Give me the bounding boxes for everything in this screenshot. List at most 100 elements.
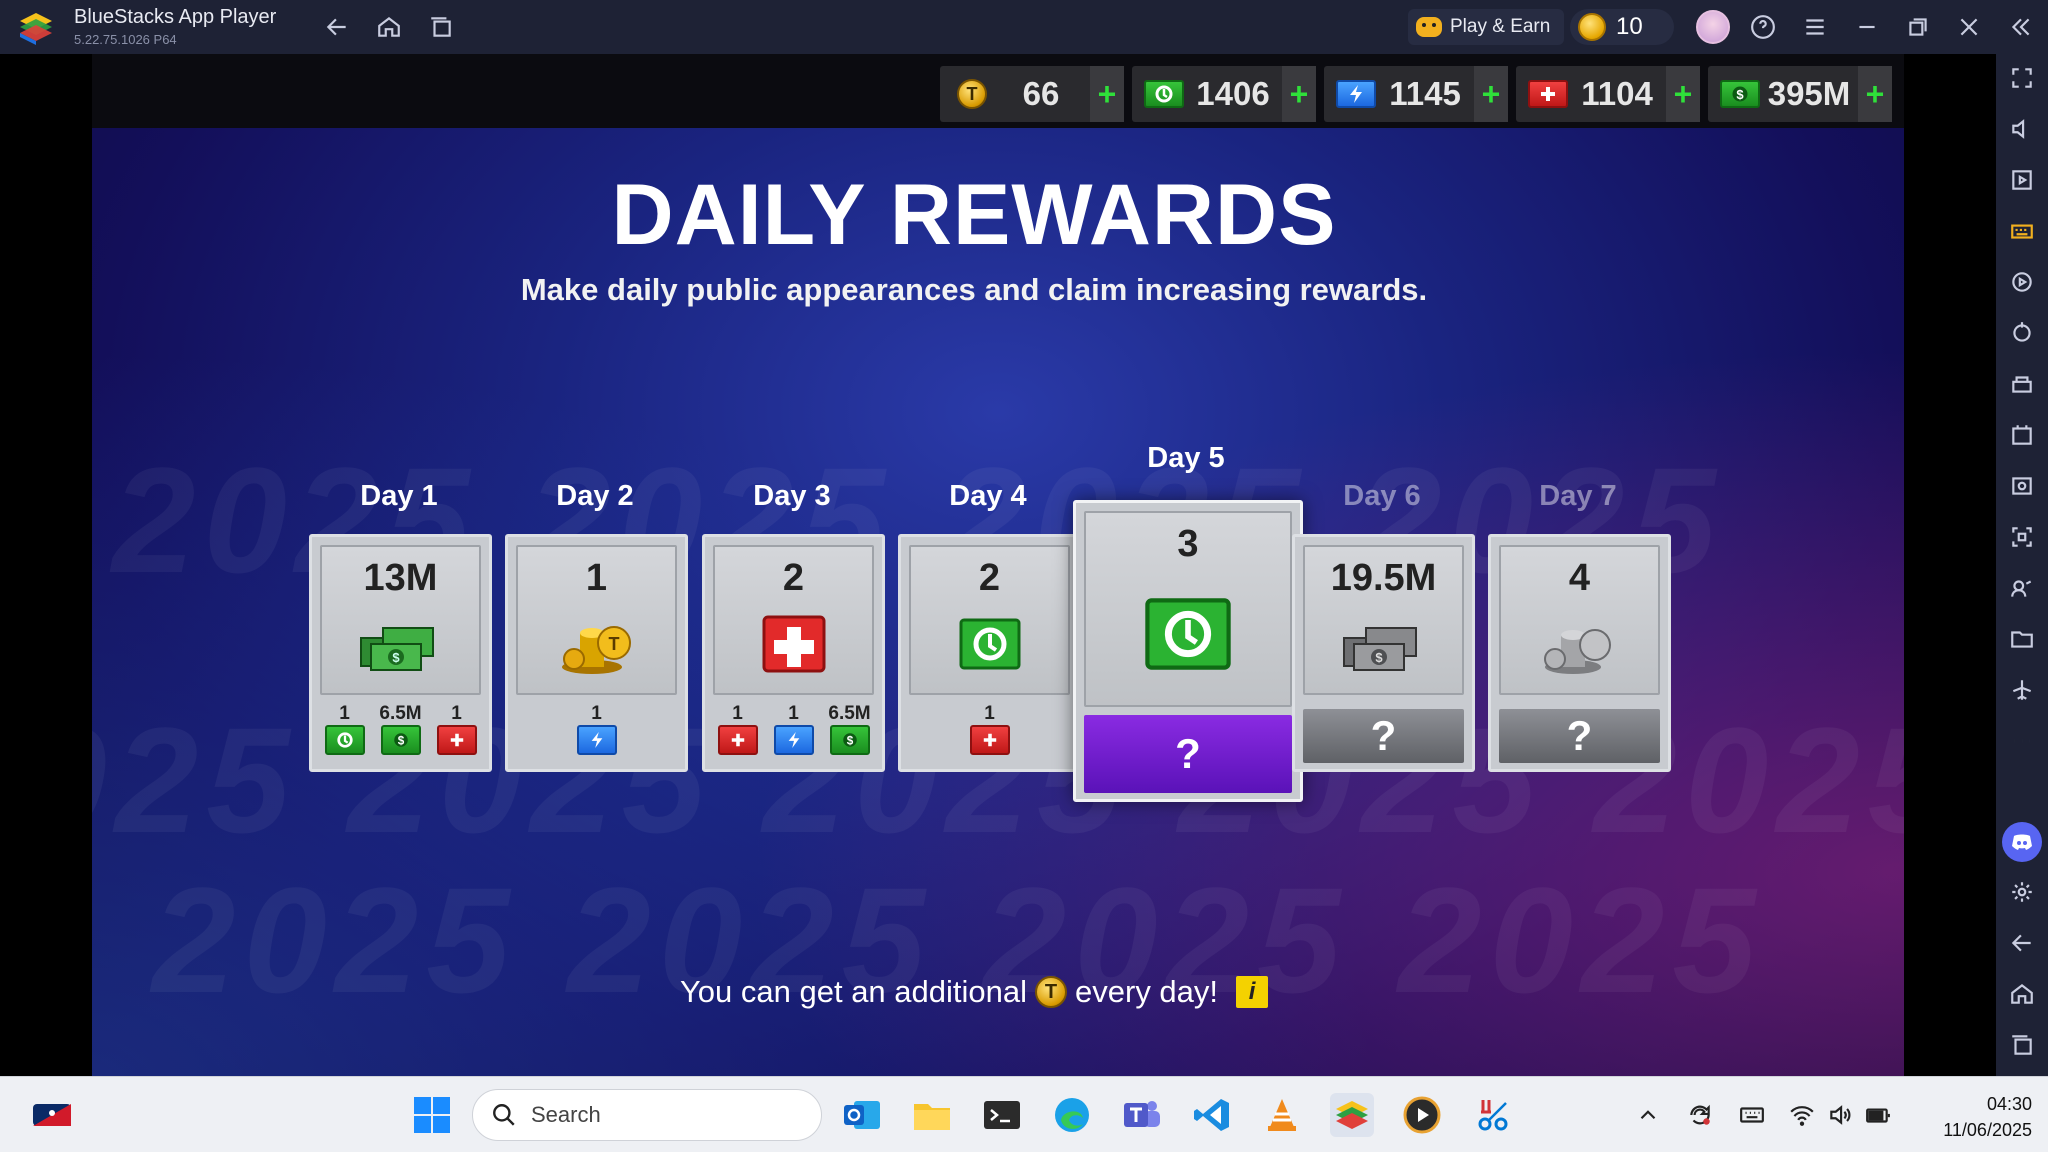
- add-t-coin-button[interactable]: +: [1090, 66, 1124, 122]
- file-explorer-icon[interactable]: [910, 1093, 954, 1137]
- restore-icon[interactable]: [1903, 12, 1933, 42]
- reward-amount: 3: [1177, 523, 1199, 565]
- chevron-up-icon[interactable]: [1634, 1101, 1662, 1129]
- recent-apps-icon[interactable]: [426, 12, 456, 42]
- bonus-row: 1: [508, 703, 685, 755]
- help-icon[interactable]: [1748, 12, 1778, 42]
- volume-icon[interactable]: [2008, 115, 2036, 143]
- reward-amount: 19.5M: [1330, 557, 1437, 599]
- energy-icon: [576, 725, 617, 755]
- back-icon[interactable]: [322, 12, 352, 42]
- back-icon[interactable]: [2008, 929, 2036, 957]
- multi-instance-icon[interactable]: [2008, 370, 2036, 398]
- t-coin-icon: T: [1035, 976, 1068, 1008]
- resource-badge[interactable]: 1406 +: [1132, 66, 1316, 122]
- vlc-icon[interactable]: [1260, 1093, 1304, 1137]
- keyboard-controls-icon[interactable]: [2008, 217, 2036, 245]
- bonus-value: 1: [788, 703, 799, 724]
- day-3-label: Day 3: [753, 480, 831, 512]
- search-placeholder: Search: [531, 1102, 601, 1127]
- play-earn-button[interactable]: Play & Earn: [1408, 9, 1564, 45]
- keyboard-icon[interactable]: [1738, 1101, 1766, 1129]
- day-6-card[interactable]: 19.5M $ ?: [1292, 534, 1475, 772]
- edge-browser-icon[interactable]: [1050, 1093, 1094, 1137]
- settings-icon[interactable]: [2008, 878, 2036, 906]
- record-icon[interactable]: [2008, 523, 2036, 551]
- resource-bar: T 66 + 1406 + 1145 + 1104 + $ 395M +: [92, 54, 1904, 128]
- clock-date: 11/06/2025: [1943, 1120, 2032, 1140]
- add-money-button[interactable]: +: [1858, 66, 1892, 122]
- day-1-card[interactable]: 13M $ 1 6.5M $ 1: [309, 534, 492, 772]
- mlb-icon[interactable]: [30, 1093, 74, 1137]
- menu-icon[interactable]: [1800, 12, 1830, 42]
- shake-icon[interactable]: [2008, 574, 2036, 602]
- svg-text:$: $: [846, 735, 853, 748]
- add-energy-button[interactable]: +: [1474, 66, 1508, 122]
- medical-icon: [1528, 79, 1568, 109]
- macro-icon[interactable]: [2008, 268, 2036, 296]
- avatar[interactable]: [1696, 10, 1730, 44]
- battery-icon[interactable]: [1864, 1101, 1892, 1129]
- snipping-tool-icon[interactable]: [1470, 1093, 1514, 1137]
- day-5-mystery-reward[interactable]: ?: [1084, 715, 1292, 793]
- home-icon[interactable]: [374, 12, 404, 42]
- day-4-label: Day 4: [949, 480, 1027, 512]
- bonus-value: 1: [339, 703, 350, 724]
- more-options-icon[interactable]: [2008, 727, 2036, 755]
- day-5-card[interactable]: 3 ?: [1073, 500, 1303, 802]
- add-medical-button[interactable]: +: [1666, 66, 1700, 122]
- page-subtitle: Make daily public appearances and claim …: [520, 272, 1428, 307]
- t-coin-icon: T: [952, 79, 992, 109]
- bonus-item: 6.5M $: [377, 703, 425, 755]
- minimize-icon[interactable]: [1852, 12, 1882, 42]
- day-4-card[interactable]: 2 1: [898, 534, 1081, 772]
- discord-icon[interactable]: [2002, 822, 2042, 862]
- svg-text:$: $: [1375, 650, 1383, 665]
- outlook-icon[interactable]: [840, 1093, 884, 1137]
- home-icon[interactable]: [2008, 980, 2036, 1008]
- vscode-icon[interactable]: [1190, 1093, 1234, 1137]
- title-bar: BlueStacks App Player 5.22.75.1026 P64 P…: [0, 0, 2048, 54]
- coin-balance[interactable]: 10: [1570, 9, 1674, 45]
- bluestacks-taskbar-icon[interactable]: [1330, 1093, 1374, 1137]
- media-player-icon[interactable]: [1400, 1093, 1444, 1137]
- apk-install-icon[interactable]: [2008, 421, 2036, 449]
- taskbar-search[interactable]: Search: [472, 1089, 822, 1141]
- resource-medical[interactable]: 1104 +: [1516, 66, 1700, 122]
- footer-message: You can get an additional T every day! i: [92, 974, 1856, 1010]
- teams-icon[interactable]: [1120, 1093, 1164, 1137]
- day-5-label: Day 5: [1147, 442, 1225, 474]
- terminal-icon[interactable]: [980, 1093, 1024, 1137]
- bonus-row: 1 6.5M $ 1: [312, 703, 489, 755]
- add-badge-button[interactable]: +: [1282, 66, 1316, 122]
- collapse-sidebar-icon[interactable]: [2006, 12, 2036, 42]
- recent-apps-icon[interactable]: [2008, 1031, 2036, 1059]
- day-7-card[interactable]: 4 ?: [1488, 534, 1671, 772]
- wifi-icon[interactable]: [1788, 1101, 1816, 1129]
- windows-start-icon[interactable]: [410, 1093, 454, 1137]
- right-sidebar: [1996, 54, 2048, 1076]
- rotate-icon[interactable]: [2008, 319, 2036, 347]
- resource-money[interactable]: $ 395M +: [1708, 66, 1892, 122]
- svg-text:$: $: [397, 735, 404, 748]
- bonus-item: 1: [321, 703, 369, 755]
- fullscreen-icon[interactable]: [2008, 64, 2036, 92]
- taskbar-clock[interactable]: 04:30 11/06/2025: [1902, 1091, 2032, 1143]
- resource-energy[interactable]: 1145 +: [1324, 66, 1508, 122]
- svg-text:$: $: [392, 650, 400, 665]
- media-icon[interactable]: [2008, 166, 2036, 194]
- resource-t-coin[interactable]: T 66 +: [940, 66, 1124, 122]
- screenshot-icon[interactable]: [2008, 472, 2036, 500]
- close-icon[interactable]: [1954, 12, 1984, 42]
- green-badge-icon: [324, 725, 365, 755]
- bonus-row: 1: [901, 703, 1078, 755]
- info-button[interactable]: i: [1236, 976, 1269, 1008]
- cash-stack-icon: $: [353, 609, 449, 679]
- speaker-icon[interactable]: [1826, 1101, 1854, 1129]
- media-folder-icon[interactable]: [2008, 625, 2036, 653]
- day-3-card[interactable]: 2 1 1 6.5M $: [702, 534, 885, 772]
- day-2-card[interactable]: 1 T 1: [505, 534, 688, 772]
- airplane-icon[interactable]: [2008, 676, 2036, 704]
- sync-icon[interactable]: [1686, 1101, 1714, 1129]
- app-title: BlueStacks App Player: [74, 6, 277, 28]
